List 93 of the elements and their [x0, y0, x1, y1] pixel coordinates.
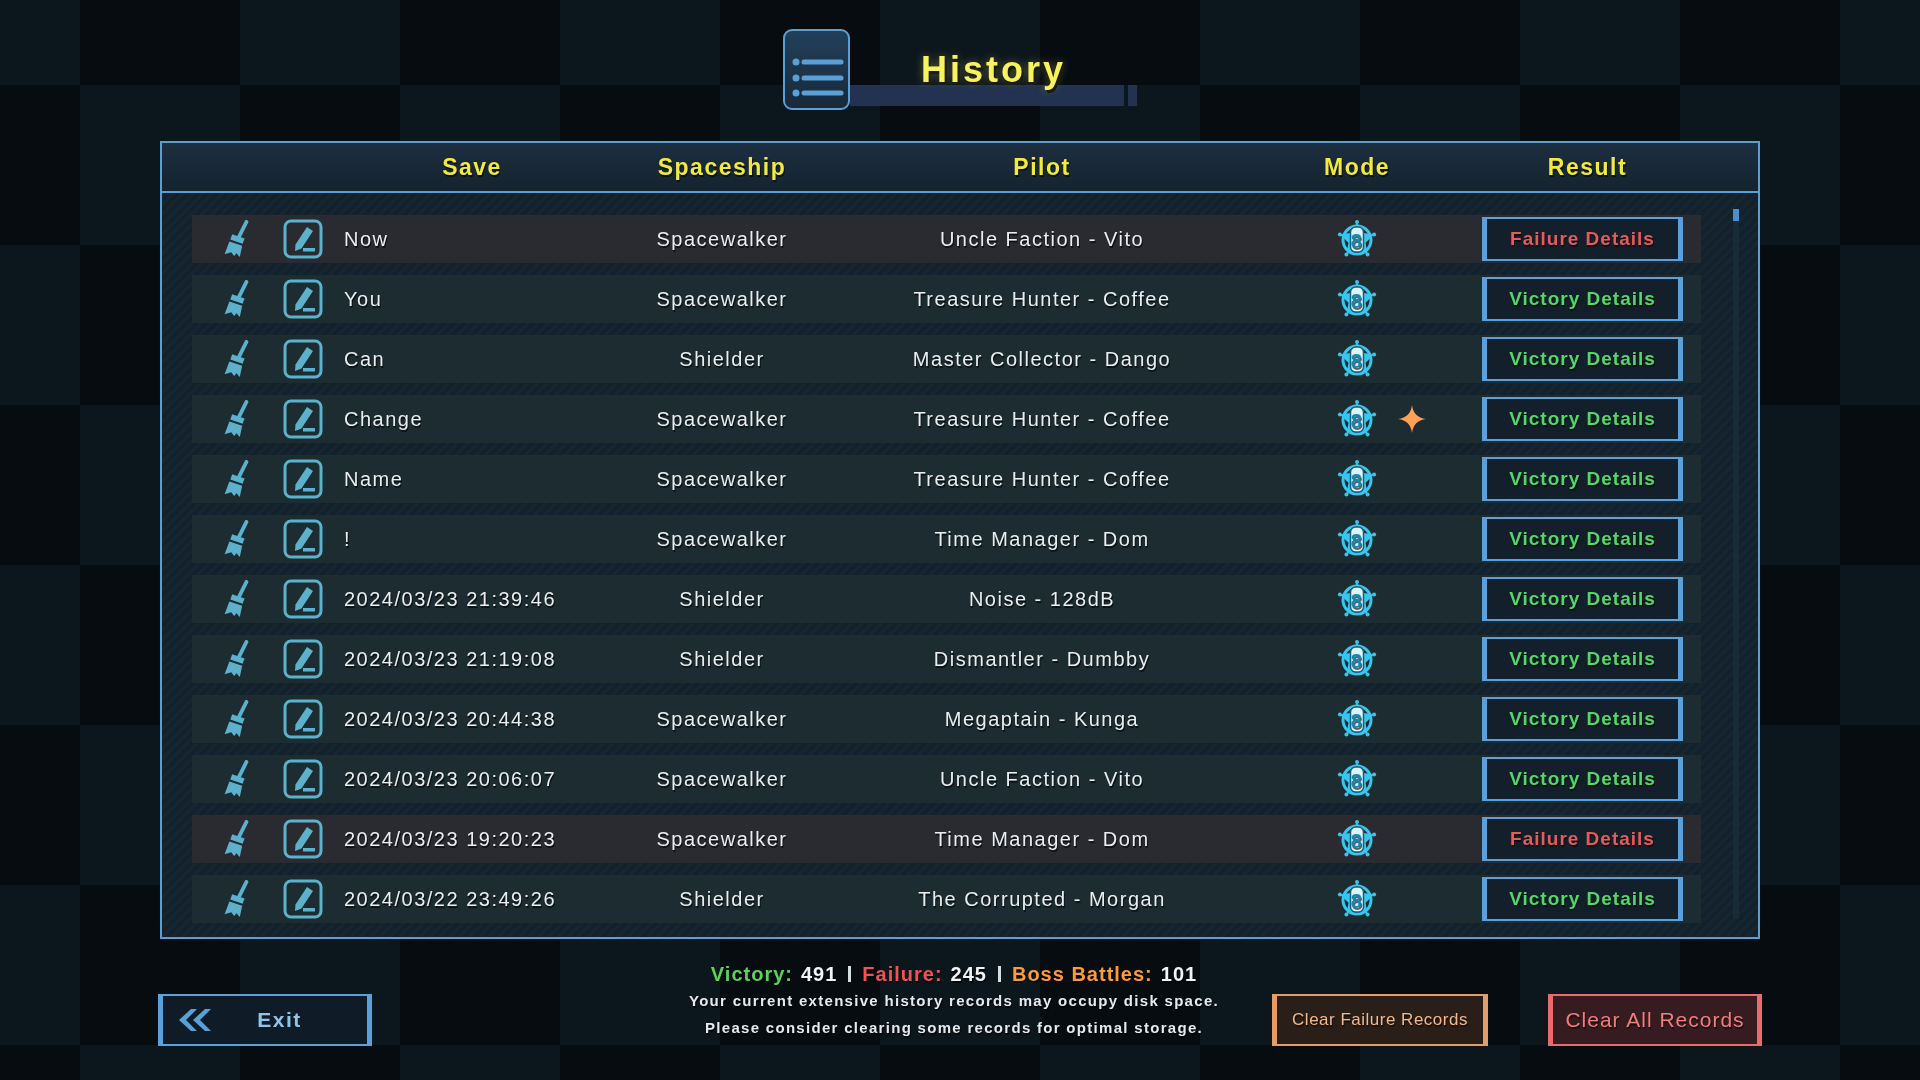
save-name: 2024/03/23 21:39:46 [344, 587, 556, 611]
details-button[interactable]: Victory Details [1482, 877, 1683, 921]
table-cell: Spacewalker [656, 707, 788, 731]
table-cell: Shielder [679, 647, 765, 671]
table-cell: Spacewalker [656, 767, 788, 791]
table-cell: Spacewalker [656, 287, 788, 311]
edit-icon[interactable] [283, 639, 323, 679]
broom-icon[interactable] [222, 580, 250, 618]
exit-button[interactable]: Exit [158, 994, 372, 1046]
save-name: ! [344, 527, 352, 551]
clear-records-button[interactable]: Clear Failure Records [1272, 994, 1488, 1046]
details-button[interactable]: Victory Details [1482, 577, 1683, 621]
column-header: Mode [1323, 153, 1391, 181]
broom-icon[interactable] [222, 760, 250, 798]
stat-value: 245 [950, 962, 987, 986]
edit-icon[interactable] [283, 759, 323, 799]
save-name: Change [344, 407, 424, 431]
page-title: History [921, 52, 1066, 88]
save-name: 2024/03/23 19:20:23 [344, 827, 556, 851]
edit-icon[interactable] [283, 579, 323, 619]
save-name: 2024/03/23 21:19:08 [344, 647, 556, 671]
table-cell: Master Collector - Dango [912, 347, 1172, 371]
edit-icon[interactable] [283, 879, 323, 919]
details-button[interactable]: Victory Details [1482, 277, 1683, 321]
stat-value: 101 [1160, 962, 1198, 986]
notice-text: Please consider clearing some records for optimal storage. [704, 1018, 1204, 1038]
broom-icon[interactable] [222, 520, 250, 558]
edit-icon[interactable] [283, 279, 323, 319]
save-name: 2024/03/23 20:44:38 [344, 707, 556, 731]
table-cell: Shielder [679, 587, 765, 611]
broom-icon[interactable] [222, 460, 250, 498]
edit-icon[interactable] [283, 459, 323, 499]
table-cell: Spacewalker [656, 827, 788, 851]
clear-records-button[interactable]: Clear All Records [1548, 994, 1762, 1046]
save-name: Now [344, 227, 389, 251]
table-cell: Spacewalker [656, 527, 788, 551]
table-cell: Spacewalker [656, 407, 788, 431]
details-button[interactable]: Victory Details [1482, 517, 1683, 561]
details-button[interactable]: Failure Details [1482, 817, 1683, 861]
save-name: Name [344, 467, 404, 491]
table-cell: Spacewalker [656, 467, 788, 491]
details-button[interactable]: Victory Details [1482, 757, 1683, 801]
details-button[interactable]: Victory Details [1482, 337, 1683, 381]
broom-icon[interactable] [222, 640, 250, 678]
column-header: Result [1547, 153, 1628, 181]
save-name: 2024/03/22 23:49:26 [344, 887, 556, 911]
notice-text: Your current extensive history records may occupy disk space. [688, 991, 1219, 1011]
table-cell: Megaptain - Kunga [944, 707, 1140, 731]
stat-label: Victory: [710, 962, 793, 986]
table-cell: Noise - 128dB [968, 587, 1116, 611]
scrollbar-track[interactable] [1733, 209, 1739, 919]
details-button[interactable]: Victory Details [1482, 697, 1683, 741]
table-cell: Treasure Hunter - Coffee [913, 287, 1171, 311]
list-icon [783, 29, 850, 110]
stat-label: Boss Battles: [1011, 962, 1153, 986]
table-cell: Treasure Hunter - Coffee [913, 467, 1171, 491]
table-cell: The Corrupted - Morgan [918, 887, 1166, 911]
edit-icon[interactable] [283, 339, 323, 379]
edit-icon[interactable] [283, 219, 323, 259]
details-button[interactable]: Victory Details [1482, 457, 1683, 501]
broom-icon[interactable] [222, 340, 250, 378]
details-button[interactable]: Victory Details [1482, 637, 1683, 681]
scrollbar-thumb[interactable] [1733, 209, 1739, 221]
stat-value: 491 [800, 962, 838, 986]
column-header: Spaceship [657, 153, 787, 181]
edit-icon[interactable] [283, 699, 323, 739]
table-cell: Shielder [679, 887, 765, 911]
column-header: Save [442, 153, 502, 181]
stat-label: Failure: [862, 962, 943, 986]
table-cell: Time Manager - Dom [934, 527, 1150, 551]
broom-icon[interactable] [222, 700, 250, 738]
edit-icon[interactable] [283, 399, 323, 439]
table-cell: Uncle Faction - Vito [939, 227, 1145, 251]
broom-icon[interactable] [222, 880, 250, 918]
double-chevron-left-icon [178, 1008, 212, 1032]
table-cell: Spacewalker [656, 227, 788, 251]
save-name: You [344, 287, 383, 311]
broom-icon[interactable] [222, 220, 250, 258]
table-cell: Treasure Hunter - Coffee [913, 407, 1171, 431]
save-name: 2024/03/23 20:06:07 [344, 767, 556, 791]
table-cell: Time Manager - Dom [934, 827, 1150, 851]
details-button[interactable]: Victory Details [1482, 397, 1683, 441]
table-cell: Shielder [679, 347, 765, 371]
edit-icon[interactable] [283, 519, 323, 559]
save-name: Can [344, 347, 386, 371]
broom-icon[interactable] [222, 400, 250, 438]
edit-icon[interactable] [283, 819, 323, 859]
details-button[interactable]: Failure Details [1482, 217, 1683, 261]
broom-icon[interactable] [222, 820, 250, 858]
broom-icon[interactable] [222, 280, 250, 318]
column-header: Pilot [1013, 153, 1071, 181]
table-cell: Uncle Faction - Vito [939, 767, 1145, 791]
table-cell: Dismantler - Dumbby [933, 647, 1151, 671]
